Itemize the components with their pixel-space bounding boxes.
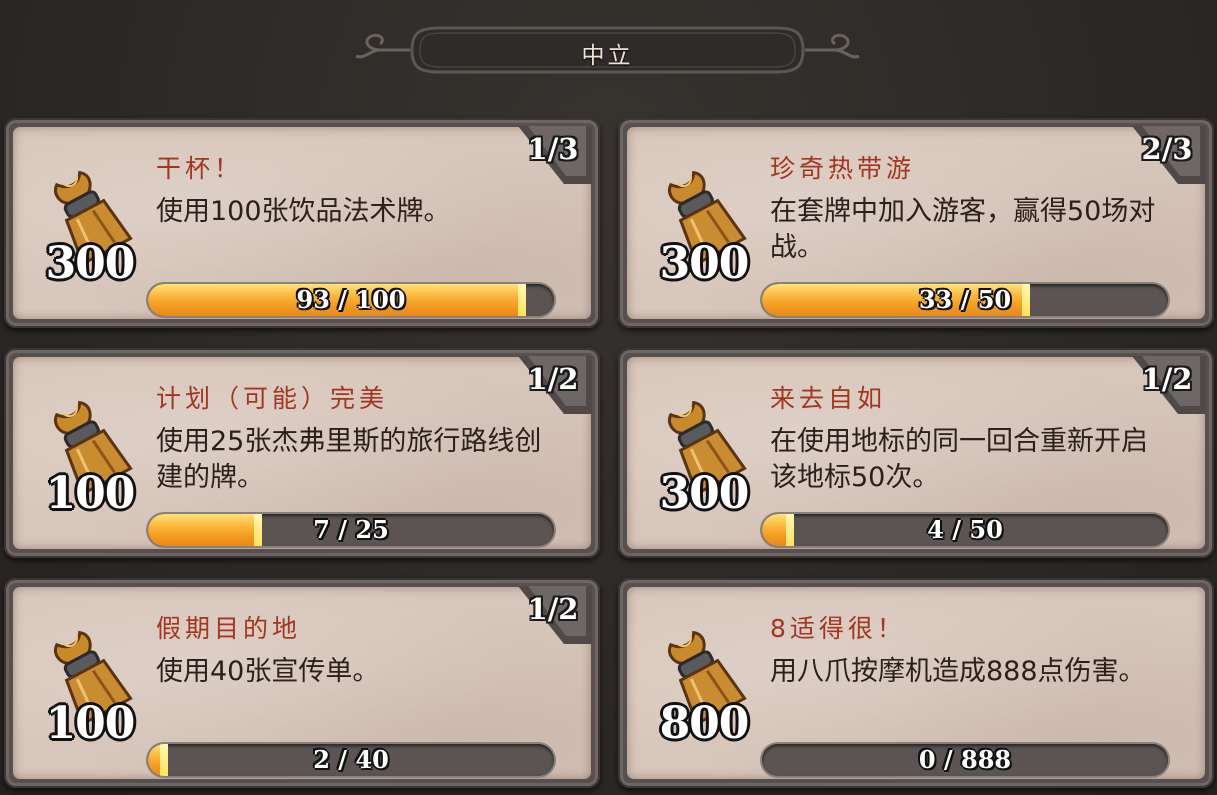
progress-bar: 93 / 100 (148, 284, 554, 316)
achievement-description: 使用25张杰弗里斯的旅行路线创建的牌。 (156, 426, 542, 493)
achievement-title: 假期目的地 (156, 614, 302, 643)
tier-text: 1/3 (527, 132, 579, 166)
achievement-title: 计划（可能）完美 (156, 384, 389, 413)
achievement-card[interactable]: 1/2 100 计划（可能）完美 使用25张杰弗里斯的旅行路线创建的牌。 7 /… (4, 348, 600, 558)
progress-text: 93 / 100 (296, 285, 406, 314)
tier-badge: 1/2 (514, 356, 592, 414)
gold-reward: 100 (45, 698, 136, 749)
progress-bar: 33 / 50 (762, 284, 1168, 316)
achievement-card[interactable]: 2/3 300 珍奇热带游 在套牌中加入游客，赢得50场对战。 33 / 50 (618, 118, 1214, 328)
progress-text: 0 / 888 (918, 745, 1012, 774)
achievement-description: 使用100张饮品法术牌。 (156, 196, 451, 227)
progress-text: 2 / 40 (313, 745, 389, 774)
achievement-title: 珍奇热带游 (770, 154, 916, 183)
progress-bar: 0 / 888 (762, 744, 1168, 776)
progress-text: 4 / 50 (927, 515, 1003, 544)
achievement-description: 用八爪按摩机造成888点伤害。 (770, 656, 1146, 687)
tier-badge: 2/3 (1128, 126, 1206, 184)
progress-text: 7 / 25 (313, 515, 389, 544)
category-header: 中立 (350, 22, 865, 78)
gold-reward: 300 (45, 238, 136, 289)
progress-text: 33 / 50 (918, 285, 1012, 314)
achievement-card[interactable]: 800 8适得很！ 用八爪按摩机造成888点伤害。 0 / 888 (618, 578, 1214, 788)
gold-reward: 300 (659, 238, 750, 289)
achievement-description: 使用40张宣传单。 (156, 656, 380, 687)
category-title: 中立 (581, 43, 634, 69)
progress-bar: 7 / 25 (148, 514, 554, 546)
gold-reward: 800 (659, 698, 750, 749)
tier-badge: 1/3 (514, 126, 592, 184)
achievement-description: 在使用地标的同一回合重新开启该地标50次。 (770, 426, 1148, 493)
achievement-title: 8适得很！ (770, 614, 906, 643)
tier-text: 1/2 (1141, 362, 1193, 396)
tier-badge: 1/2 (514, 586, 592, 644)
progress-bar: 4 / 50 (762, 514, 1168, 546)
tier-text: 1/2 (527, 362, 579, 396)
tier-badge: 1/2 (1128, 356, 1206, 414)
gold-reward: 100 (45, 468, 136, 519)
achievement-description: 在套牌中加入游客，赢得50场对战。 (770, 196, 1156, 263)
achievement-card[interactable]: 1/2 100 假期目的地 使用40张宣传单。 2 / 40 (4, 578, 600, 788)
progress-bar: 2 / 40 (148, 744, 554, 776)
achievement-card[interactable]: 1/2 300 来去自如 在使用地标的同一回合重新开启该地标50次。 4 / 5… (618, 348, 1214, 558)
achievement-title: 干杯！ (156, 154, 244, 183)
gold-reward: 300 (659, 468, 750, 519)
tier-text: 2/3 (1141, 132, 1193, 166)
achievement-title: 来去自如 (770, 384, 887, 413)
achievement-card[interactable]: 1/3 300 干杯！ 使用100张饮品法术牌。 93 / 100 (4, 118, 600, 328)
tier-text: 1/2 (527, 592, 579, 626)
